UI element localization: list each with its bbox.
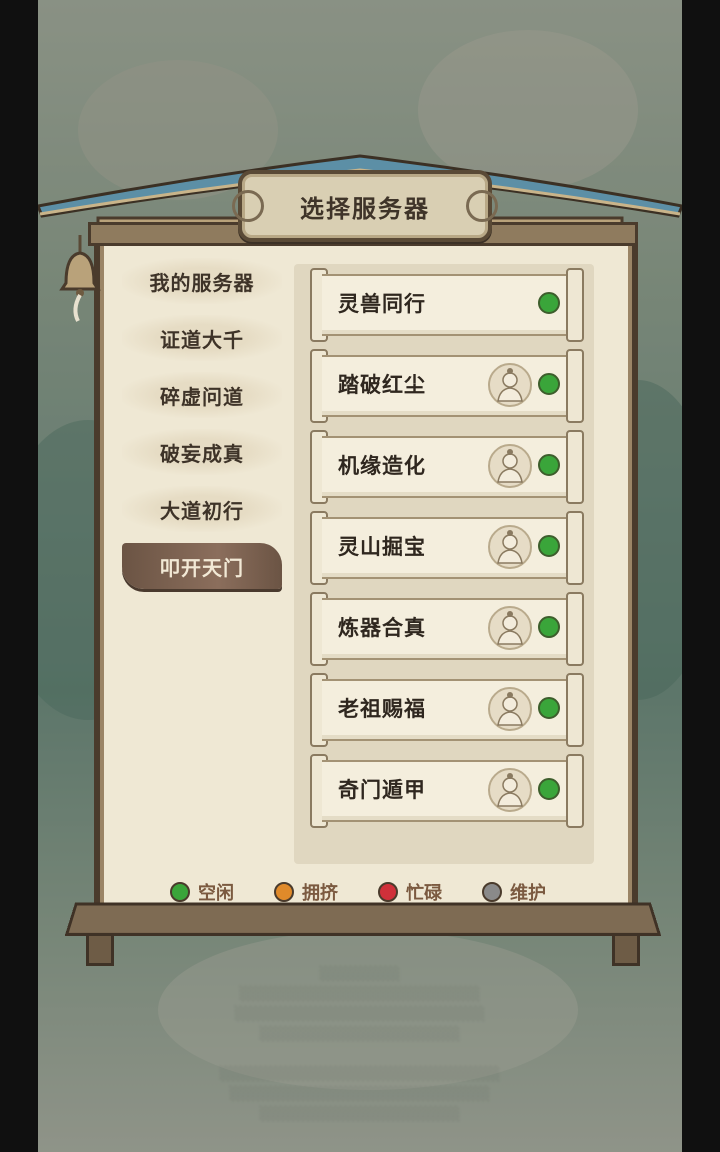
legend-item-crowded: 拥挤 bbox=[274, 879, 338, 905]
server-name: 奇门遁甲 bbox=[338, 778, 426, 802]
server-status-icon bbox=[538, 454, 560, 476]
server-item[interactable]: 踏破红尘 bbox=[310, 349, 584, 423]
scroll-roller-right bbox=[566, 349, 584, 423]
server-list[interactable]: 灵兽同行踏破红尘机缘造化灵山掘宝炼器合真老祖赐福奇门遁甲 bbox=[310, 268, 586, 835]
server-item[interactable]: 灵兽同行 bbox=[310, 268, 584, 342]
tab-server-group[interactable]: 破妄成真 bbox=[122, 429, 282, 475]
scroll-roller-right bbox=[566, 511, 584, 585]
scroll-roller-right bbox=[566, 754, 584, 828]
server-name: 踏破红尘 bbox=[338, 373, 426, 397]
legend-dot-icon bbox=[170, 882, 190, 902]
scroll-roller-right bbox=[566, 592, 584, 666]
server-name: 炼器合真 bbox=[338, 616, 426, 640]
server-item[interactable]: 机缘造化 bbox=[310, 430, 584, 504]
character-avatar-icon bbox=[488, 606, 532, 650]
tab-server-group[interactable]: 大道初行 bbox=[122, 486, 282, 532]
legend-label: 拥挤 bbox=[302, 883, 338, 904]
character-avatar-icon bbox=[488, 525, 532, 569]
legend-item-maintenance: 维护 bbox=[482, 879, 546, 905]
server-status-icon bbox=[538, 616, 560, 638]
server-name: 灵兽同行 bbox=[338, 292, 426, 316]
title-plaque: 选择服务器 bbox=[232, 170, 498, 242]
legend-item-idle: 空闲 bbox=[170, 879, 234, 905]
letterbox-right bbox=[682, 0, 720, 1152]
tab-server-group[interactable]: 碎虚问道 bbox=[122, 372, 282, 418]
server-status-icon bbox=[538, 778, 560, 800]
tab-server-group[interactable]: 证道大千 bbox=[122, 315, 282, 361]
character-avatar-icon bbox=[488, 444, 532, 488]
server-status-icon bbox=[538, 535, 560, 557]
server-group-tabs: 我的服务器证道大千碎虚问道破妄成真大道初行叩开天门 bbox=[122, 258, 286, 600]
server-item[interactable]: 奇门遁甲 bbox=[310, 754, 584, 828]
scroll-roller-right bbox=[566, 268, 584, 342]
scroll-roller-right bbox=[566, 673, 584, 747]
dialog-title: 选择服务器 bbox=[300, 194, 430, 223]
tab-server-group[interactable]: 叩开天门 bbox=[122, 543, 282, 589]
server-status-icon bbox=[538, 697, 560, 719]
legend-label: 维护 bbox=[510, 883, 546, 904]
legend-label: 空闲 bbox=[198, 883, 234, 904]
letterbox-left bbox=[0, 0, 38, 1152]
legend-dot-icon bbox=[274, 882, 294, 902]
server-status-icon bbox=[538, 292, 560, 314]
status-legend: 空闲 拥挤 忙碌 维护 bbox=[170, 878, 590, 906]
frame-bottom-beam bbox=[64, 902, 662, 936]
scroll-roller-right bbox=[566, 430, 584, 504]
legend-dot-icon bbox=[378, 882, 398, 902]
server-item[interactable]: 炼器合真 bbox=[310, 592, 584, 666]
server-item[interactable]: 灵山掘宝 bbox=[310, 511, 584, 585]
server-status-icon bbox=[538, 373, 560, 395]
tab-server-group[interactable]: 我的服务器 bbox=[122, 258, 282, 304]
character-avatar-icon bbox=[488, 687, 532, 731]
server-name: 机缘造化 bbox=[338, 454, 426, 478]
server-name: 老祖赐福 bbox=[338, 697, 426, 721]
legend-label: 忙碌 bbox=[406, 883, 442, 904]
server-name: 灵山掘宝 bbox=[338, 535, 426, 559]
character-avatar-icon bbox=[488, 768, 532, 812]
server-item[interactable]: 老祖赐福 bbox=[310, 673, 584, 747]
bell-icon bbox=[59, 235, 101, 322]
server-select-screen: ░░░░░░░░ ░░░░░░░░░░░░░░░░░░░░░░░░ ░░░░░░░░… bbox=[0, 0, 720, 1152]
character-avatar-icon bbox=[488, 363, 532, 407]
legend-dot-icon bbox=[482, 882, 502, 902]
legend-item-busy: 忙碌 bbox=[378, 879, 442, 905]
